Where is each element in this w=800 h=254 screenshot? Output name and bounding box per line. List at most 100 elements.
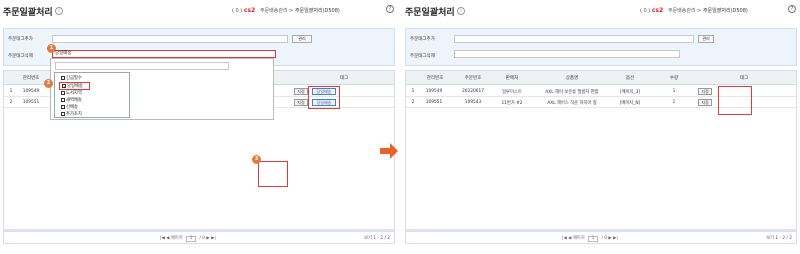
row-number: 1: [411, 89, 415, 94]
page-title: 주문일괄처리: [405, 8, 455, 18]
tag-option[interactable]: 도서지역: [61, 90, 82, 96]
row-number: 2: [9, 100, 13, 105]
breadcrumb: ( 0 ) cs2 주문배송관리 > 주문일괄처리(D508): [640, 7, 748, 14]
tag-add-manage-button[interactable]: 관리: [698, 35, 714, 43]
order-grid: 관리번호 주문번호 판매처 상품명 옵션 수량 태그 1 109549 2022…: [405, 70, 797, 244]
pager-first-icon[interactable]: |◀: [562, 236, 567, 241]
pager-label: 페이지: [572, 236, 585, 241]
col-header-product[interactable]: 상품명: [542, 75, 602, 81]
col-header-order-no[interactable]: 주문번호: [456, 75, 490, 81]
checkbox-icon[interactable]: [61, 75, 65, 80]
seller: 11번가 #2: [501, 101, 523, 106]
pager: |◀ ◀ 페이지 1 / 0 ▶ ▶|: [160, 235, 216, 242]
checkbox-icon[interactable]: [61, 90, 65, 95]
right-panel-after: 주문일괄처리 ☆ ( 0 ) cs2 주문배송관리 > 주문일괄처리(D508)…: [402, 0, 800, 254]
pager-label: 페이지: [170, 236, 183, 241]
pager-first-icon[interactable]: |◀: [160, 236, 165, 241]
order-number: 109543: [464, 100, 482, 105]
pager-prev-icon[interactable]: ◀: [568, 236, 571, 241]
tag-dropdown-search[interactable]: [55, 62, 229, 70]
pager: |◀ ◀ 페이지 1 / 0 ▶ ▶|: [562, 235, 618, 242]
assign-tag-button[interactable]: 지정: [294, 99, 308, 106]
col-header-tag[interactable]: 태그: [324, 75, 364, 81]
assign-tag-button[interactable]: 지정: [698, 88, 712, 95]
tag-dropdown-list: 긴급필수 ✓당일배송 도서지역 새벽배송 선배송 추가조치: [54, 72, 130, 118]
notice-count: ( 0 ): [232, 8, 243, 14]
assign-tag-button[interactable]: 지정: [294, 88, 308, 95]
pager-total: / 0: [199, 236, 205, 241]
tag-delete-select[interactable]: 당일배송: [52, 50, 276, 58]
tag-delete-label: 주문태그삭제: [8, 54, 33, 59]
row-number: 1: [9, 89, 13, 94]
breadcrumb-parent[interactable]: 주문배송관리: [668, 8, 696, 14]
help-icon[interactable]: ?: [788, 5, 796, 13]
grid-header: 관리번호 주문번호 판매처 상품명 옵션 수량 태그: [406, 71, 796, 85]
breadcrumb-current: 주문일괄처리(D508): [294, 8, 340, 14]
step-badge-2: 2: [44, 79, 53, 88]
col-header-tag[interactable]: 태그: [724, 75, 764, 81]
left-panel-before: 주문일괄처리 ☆ ( 0 ) cs2 주문배송관리 > 주문일괄처리(D508)…: [0, 0, 398, 254]
pager-total: / 0: [601, 236, 607, 241]
pager-last-icon[interactable]: ▶|: [613, 236, 618, 241]
notice-count: ( 0 ): [640, 8, 651, 14]
page-title: 주문일괄처리: [3, 8, 53, 18]
col-header-manage-no[interactable]: 관리번호: [420, 75, 450, 81]
highlight-drop-target: [258, 161, 288, 187]
checkbox-icon[interactable]: [61, 104, 65, 109]
seller: 일루미스트: [502, 90, 522, 95]
tag-add-manage-button[interactable]: 관리: [292, 35, 312, 43]
tag-option[interactable]: 선배송: [61, 104, 78, 110]
tag-option-selected[interactable]: ✓당일배송: [59, 82, 90, 90]
col-header-option[interactable]: 옵션: [612, 75, 648, 81]
breadcrumb-separator: >: [697, 8, 702, 14]
col-header-qty[interactable]: 수량: [664, 75, 684, 81]
user-code: cs2: [651, 7, 664, 14]
checked-checkbox-icon[interactable]: ✓: [62, 83, 66, 88]
tag-delete-label: 주문태그삭제: [410, 54, 435, 59]
grid-footer: |◀ ◀ 페이지 1 / 0 ▶ ▶| 보기 1 - 2 / 2: [4, 229, 394, 243]
page-input[interactable]: 1: [588, 236, 599, 242]
order-number: 20220617: [462, 89, 484, 94]
breadcrumb-separator: >: [289, 8, 294, 14]
breadcrumb-current: 주문일괄처리(D508): [702, 8, 748, 14]
tag-add-input[interactable]: [454, 35, 694, 43]
view-count: 보기 1 - 2 / 2: [364, 236, 390, 241]
tag-add-label: 주문태그추가: [8, 37, 33, 42]
tag-add-label: 주문태그추가: [410, 37, 435, 42]
pager-prev-icon[interactable]: ◀: [166, 236, 169, 241]
step-badge-3: 3: [252, 155, 261, 164]
option: [메이지_3]: [619, 90, 641, 95]
assign-tag-button[interactable]: 지정: [698, 99, 712, 106]
col-header-seller[interactable]: 판매처: [496, 75, 528, 81]
breadcrumb: ( 0 ) cs2 주문배송관리 > 주문일괄처리(D508): [232, 7, 340, 14]
product-name: AXL 헤어스 하운 허허미 형: [547, 101, 597, 106]
manage-number: 109549: [425, 89, 443, 94]
grid-footer: |◀ ◀ 페이지 1 / 0 ▶ ▶| 보기 1 - 2 / 2: [406, 229, 796, 243]
tag-delete-select[interactable]: [454, 50, 680, 58]
checkbox-icon[interactable]: [61, 97, 65, 102]
tag-form: 주문태그추가 관리 주문태그삭제: [405, 28, 797, 66]
page-input[interactable]: 1: [186, 236, 197, 242]
pager-last-icon[interactable]: ▶|: [211, 236, 216, 241]
tag-option[interactable]: 추가조치: [61, 111, 82, 117]
tag-option[interactable]: 긴급필수: [61, 75, 82, 81]
product-name: AXL 헤어 보온용 필름지 편합: [545, 90, 599, 95]
manage-number: 109549: [22, 89, 40, 94]
manage-number: 109551: [425, 100, 443, 105]
favorite-star-icon[interactable]: ☆: [457, 7, 465, 15]
option: [메이지_N]: [619, 101, 641, 106]
user-code: cs2: [243, 7, 256, 14]
view-count: 보기 1 - 2 / 2: [766, 236, 792, 241]
next-step-arrow-icon: [380, 143, 398, 159]
help-icon[interactable]: ?: [386, 5, 394, 13]
tag-add-input[interactable]: [52, 35, 288, 43]
pager-next-icon[interactable]: ▶: [206, 236, 209, 241]
breadcrumb-parent[interactable]: 주문배송관리: [260, 8, 288, 14]
quantity: 1: [672, 100, 676, 105]
checkbox-icon[interactable]: [61, 111, 65, 116]
pager-next-icon[interactable]: ▶: [608, 236, 611, 241]
favorite-star-icon[interactable]: ☆: [55, 7, 63, 15]
quantity: 1: [672, 89, 676, 94]
tag-option[interactable]: 새벽배송: [61, 97, 82, 103]
row-number: 2: [411, 100, 415, 105]
